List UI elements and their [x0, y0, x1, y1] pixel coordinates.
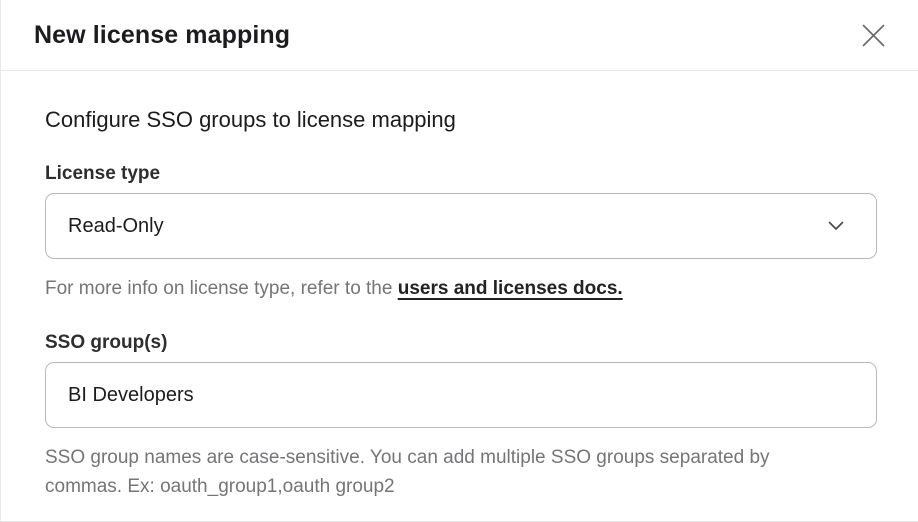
close-button[interactable]: [855, 17, 891, 53]
license-type-help: For more info on license type, refer to …: [45, 274, 877, 303]
users-and-licenses-docs-link[interactable]: users and licenses docs.: [398, 278, 623, 299]
license-type-label: License type: [45, 162, 877, 185]
sso-groups-label: SSO group(s): [45, 331, 877, 354]
new-license-mapping-modal: New license mapping Configure SSO groups…: [0, 0, 918, 522]
license-type-select[interactable]: Read-Only: [45, 193, 877, 259]
sso-groups-input[interactable]: [45, 362, 877, 428]
modal-body: Configure SSO groups to license mapping …: [1, 71, 918, 501]
sso-groups-help: SSO group names are case-sensitive. You …: [45, 443, 790, 501]
license-type-help-text: For more info on license type, refer to …: [45, 278, 398, 299]
modal-title: New license mapping: [34, 21, 290, 50]
modal-header: New license mapping: [1, 0, 918, 71]
chevron-down-icon: [828, 221, 844, 231]
close-icon: [861, 23, 886, 48]
form-heading: Configure SSO groups to license mapping: [45, 107, 877, 133]
license-type-selected-value: Read-Only: [68, 215, 164, 238]
